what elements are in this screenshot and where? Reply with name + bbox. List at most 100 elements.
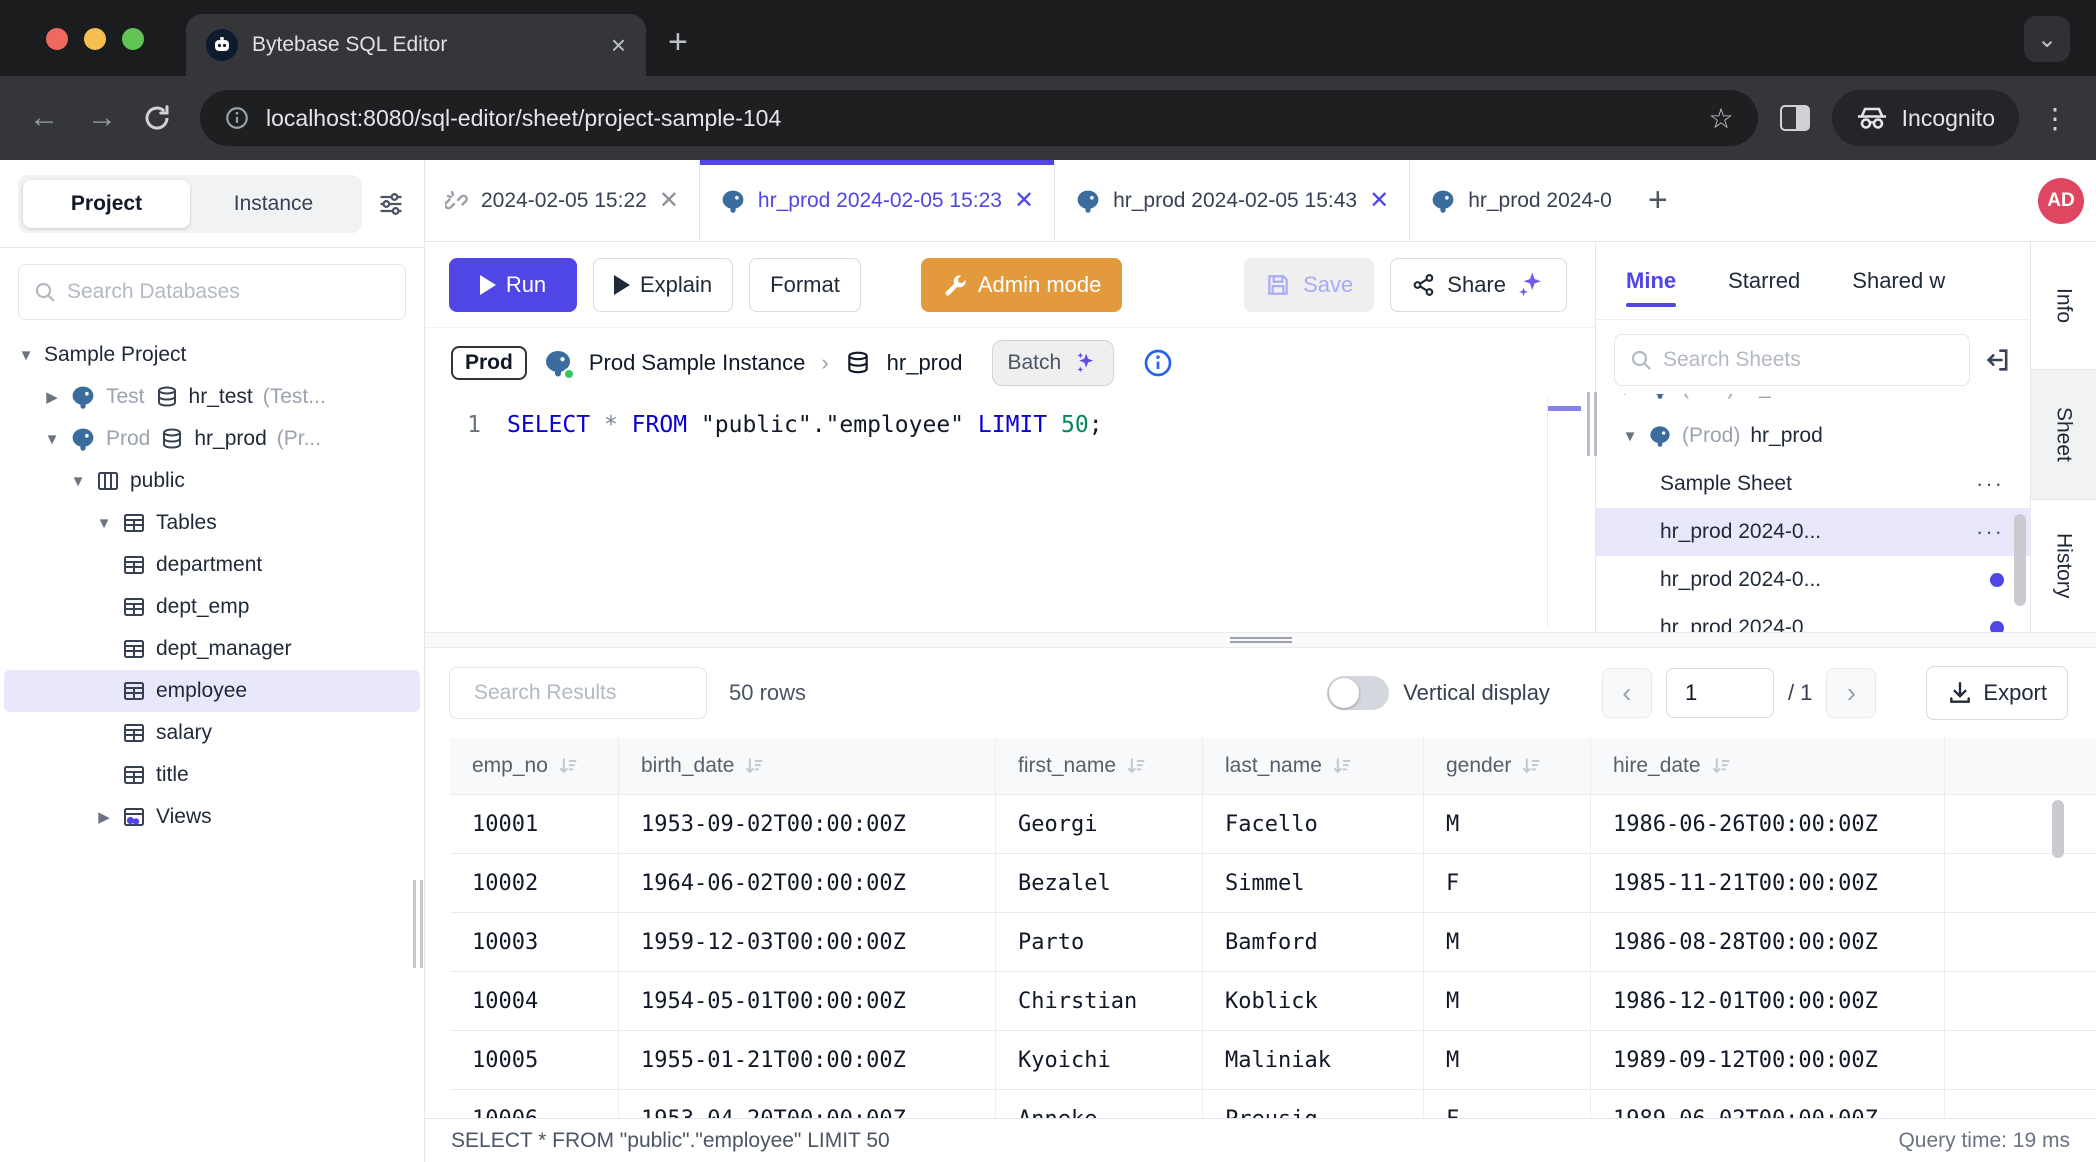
sheet-search-input[interactable] [1663, 348, 1955, 372]
cell[interactable]: 1989-09-12T00:00:00Z [1591, 1031, 1945, 1089]
caret-right-icon[interactable]: ▶ [1622, 394, 1638, 397]
next-page-button[interactable]: › [1826, 668, 1876, 718]
tab-info[interactable]: Info [2031, 242, 2096, 370]
cell[interactable]: 1953-04-20T00:00:00Z [619, 1090, 996, 1118]
more-icon[interactable]: ··· [1976, 519, 2004, 545]
sheet-tab-unsaved[interactable]: 2024-02-05 15:22 ✕ [425, 160, 700, 241]
tree-item-hr-test[interactable]: ▶ Test hr_test (Test... [0, 376, 424, 418]
collapse-panel-icon[interactable] [1984, 346, 2012, 374]
minimize-window-button[interactable] [84, 28, 106, 50]
cell[interactable]: 10005 [450, 1031, 619, 1089]
cell[interactable]: Simmel [1203, 854, 1424, 912]
cell[interactable]: 1954-05-01T00:00:00Z [619, 972, 996, 1030]
tree-item-table-title[interactable]: title [0, 754, 424, 796]
tab-starred[interactable]: Starred [1728, 242, 1800, 319]
cell[interactable]: Bamford [1203, 913, 1424, 971]
tree-item-table-dept-emp[interactable]: dept_emp [0, 586, 424, 628]
url-bar[interactable]: localhost:8080/sql-editor/sheet/project-… [200, 90, 1758, 146]
cell[interactable]: 1986-08-28T00:00:00Z [1591, 913, 1945, 971]
caret-down-icon[interactable]: ▼ [1622, 428, 1638, 445]
cell[interactable]: Bezalel [996, 854, 1203, 912]
cell[interactable]: F [1424, 854, 1591, 912]
reload-icon[interactable] [142, 103, 178, 133]
column-header[interactable]: birth_date [619, 738, 996, 794]
tree-item-table-salary[interactable]: salary [0, 712, 424, 754]
sheet-item-sample[interactable]: Sample Sheet ··· [1596, 460, 2030, 508]
sort-icon[interactable] [1332, 756, 1352, 776]
cell[interactable]: M [1424, 795, 1591, 853]
window-controls[interactable] [46, 28, 144, 50]
url-text[interactable]: localhost:8080/sql-editor/sheet/project-… [266, 105, 1693, 132]
tree-item-table-dept-manager[interactable]: dept_manager [0, 628, 424, 670]
sheet-tab-3[interactable]: hr_prod 2024-02-05 15:43 ✕ [1055, 160, 1410, 241]
sheet-item-3[interactable]: hr_prod 2024-0... [1596, 556, 2030, 604]
tree-item-schema-public[interactable]: ▼ public [0, 460, 424, 502]
export-button[interactable]: Export [1926, 666, 2068, 720]
cell[interactable]: Preusig [1203, 1090, 1424, 1118]
cell[interactable]: Chirstian [996, 972, 1203, 1030]
cell[interactable]: M [1424, 972, 1591, 1030]
add-sheet-icon[interactable]: + [1632, 181, 1684, 220]
cell[interactable]: Koblick [1203, 972, 1424, 1030]
cell[interactable]: 10002 [450, 854, 619, 912]
tab-project[interactable]: Project [23, 180, 190, 228]
cell[interactable]: M [1424, 1031, 1591, 1089]
cell[interactable]: 1985-11-21T00:00:00Z [1591, 854, 1945, 912]
results-splitter[interactable] [425, 632, 2096, 648]
table-row[interactable]: 10004 1954-05-01T00:00:00Z Chirstian Kob… [450, 972, 2096, 1031]
sort-icon[interactable] [744, 756, 764, 776]
close-browser-tab-icon[interactable]: × [611, 32, 626, 58]
user-avatar[interactable]: AD [2038, 178, 2084, 224]
sort-icon[interactable] [1521, 756, 1541, 776]
cell[interactable]: 1955-01-21T00:00:00Z [619, 1031, 996, 1089]
database-search-input[interactable] [67, 280, 391, 304]
instance-name[interactable]: Prod Sample Instance [589, 350, 805, 376]
cell[interactable]: 10003 [450, 913, 619, 971]
caret-down-icon[interactable]: ▼ [44, 431, 60, 448]
column-header[interactable]: gender [1424, 738, 1591, 794]
caret-down-icon[interactable]: ▼ [70, 473, 86, 490]
cell[interactable]: F [1424, 1090, 1591, 1118]
sheet-item-current[interactable]: hr_prod 2024-0... ··· [1596, 508, 2030, 556]
prev-page-button[interactable]: ‹ [1602, 668, 1652, 718]
close-window-button[interactable] [46, 28, 68, 50]
sheet-item-4[interactable]: hr_prod 2024-0 [1596, 604, 2030, 632]
column-header[interactable]: emp_no [450, 738, 619, 794]
cell[interactable]: Anneke [996, 1090, 1203, 1118]
tree-item-project[interactable]: ▼ Sample Project [0, 334, 424, 376]
caret-down-icon[interactable]: ▼ [18, 347, 34, 364]
sql-code[interactable]: SELECT * FROM "public"."employee" LIMIT … [507, 412, 1103, 438]
bookmark-star-icon[interactable]: ☆ [1709, 102, 1734, 135]
column-header[interactable]: hire_date [1591, 738, 1945, 794]
sort-icon[interactable] [558, 756, 578, 776]
sheet-search[interactable] [1614, 334, 1970, 386]
sheet-tab-4[interactable]: hr_prod 2024-0 [1410, 160, 1632, 241]
cell[interactable]: Parto [996, 913, 1203, 971]
sheet-group-prod[interactable]: ▼ (Prod) hr_prod [1596, 412, 2030, 460]
cell[interactable]: Kyoichi [996, 1031, 1203, 1089]
tree-group-tables[interactable]: ▼ Tables [0, 502, 424, 544]
sidebar-resize-handle[interactable] [413, 880, 423, 968]
cell[interactable]: M [1424, 913, 1591, 971]
sort-icon[interactable] [1711, 756, 1731, 776]
new-browser-tab-button[interactable]: + [668, 23, 688, 62]
tree-group-views[interactable]: ▶ Views [0, 796, 424, 838]
sheet-tab-active[interactable]: hr_prod 2024-02-05 15:23 ✕ [700, 160, 1055, 241]
zoom-window-button[interactable] [122, 28, 144, 50]
back-icon[interactable]: ← [26, 101, 62, 135]
tree-item-table-department[interactable]: department [0, 544, 424, 586]
cell[interactable]: Maliniak [1203, 1031, 1424, 1089]
admin-mode-button[interactable]: Admin mode [921, 258, 1123, 312]
format-button[interactable]: Format [749, 258, 861, 312]
cell[interactable]: 10006 [450, 1090, 619, 1118]
page-input[interactable] [1666, 668, 1774, 718]
sql-editor[interactable]: 1 SELECT * FROM "public"."employee" LIMI… [425, 398, 1595, 632]
save-button[interactable]: Save [1244, 258, 1374, 312]
tree-item-hr-prod[interactable]: ▼ Prod hr_prod (Pr... [0, 418, 424, 460]
table-row[interactable]: 10006 1953-04-20T00:00:00Z Anneke Preusi… [450, 1090, 2096, 1118]
caret-down-icon[interactable]: ▼ [96, 515, 112, 532]
close-sheet-icon[interactable]: ✕ [1369, 186, 1389, 215]
explain-button[interactable]: Explain [593, 258, 733, 312]
cell[interactable]: 1986-06-26T00:00:00Z [1591, 795, 1945, 853]
filter-icon[interactable] [376, 190, 406, 218]
